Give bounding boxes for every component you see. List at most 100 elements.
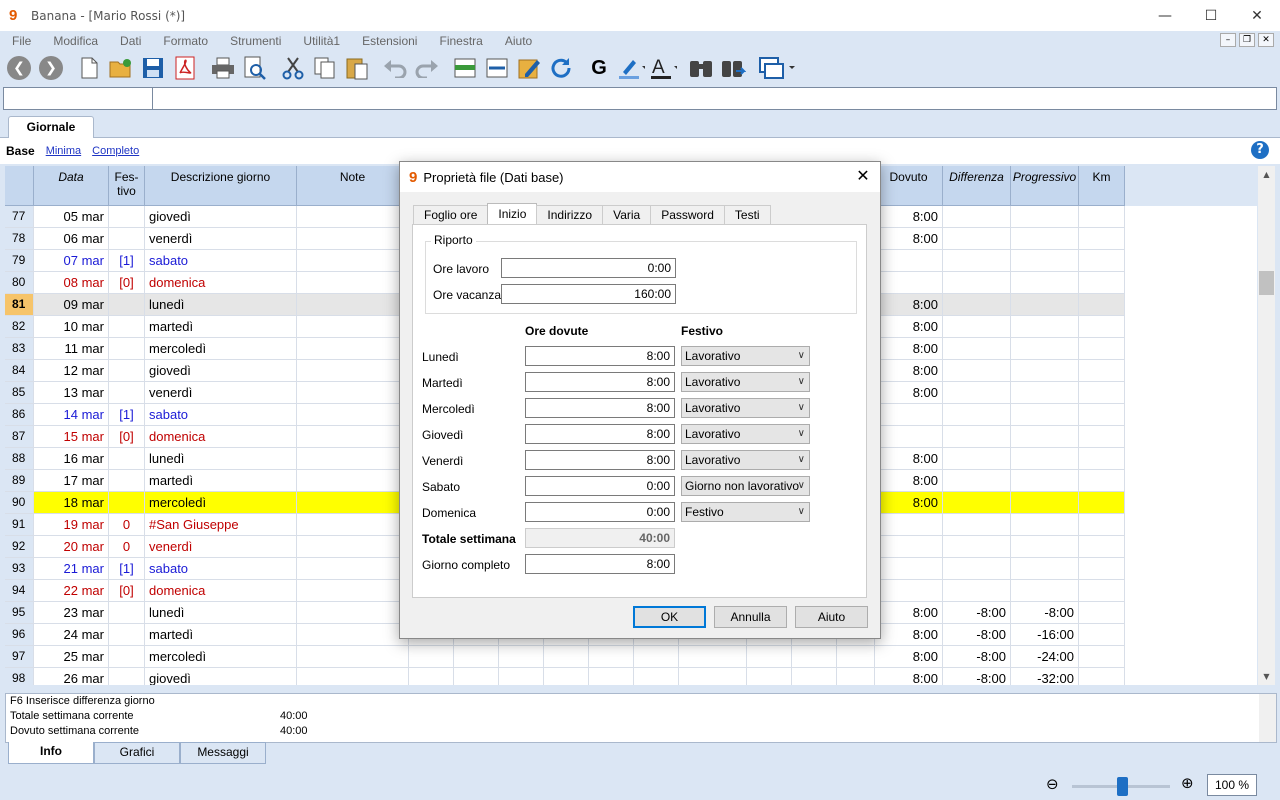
- cell-dovuto[interactable]: [875, 536, 943, 558]
- forward-button[interactable]: ❯: [37, 54, 65, 82]
- cell-progressivo[interactable]: [1011, 206, 1079, 228]
- header-km[interactable]: Km: [1079, 166, 1125, 206]
- cell-differenza[interactable]: -8:00: [943, 602, 1011, 624]
- cell-differenza[interactable]: [943, 558, 1011, 580]
- cell-dovuto[interactable]: 8:00: [875, 382, 943, 404]
- cell-progressivo[interactable]: [1011, 250, 1079, 272]
- cell-differenza[interactable]: -8:00: [943, 624, 1011, 646]
- cell-dovuto[interactable]: [875, 514, 943, 536]
- ore-dovute-input[interactable]: 8:00: [525, 424, 675, 444]
- cell-data[interactable]: 22 mar: [34, 580, 109, 602]
- cell-note[interactable]: [297, 250, 409, 272]
- info-scrollbar[interactable]: [1259, 694, 1276, 742]
- cell-descrizione[interactable]: venerdì: [145, 382, 297, 404]
- cell-descrizione[interactable]: domenica: [145, 272, 297, 294]
- cell-progressivo[interactable]: -8:00: [1011, 602, 1079, 624]
- cell-note[interactable]: [297, 470, 409, 492]
- find-replace-button[interactable]: [719, 54, 747, 82]
- cell-progressivo[interactable]: -32:00: [1011, 668, 1079, 685]
- cell-descrizione[interactable]: mercoledì: [145, 646, 297, 668]
- cell-differenza[interactable]: [943, 250, 1011, 272]
- cell-data[interactable]: 18 mar: [34, 492, 109, 514]
- header-differenza[interactable]: Differenza: [943, 166, 1011, 206]
- cell-note[interactable]: [297, 294, 409, 316]
- cell-hidden[interactable]: [409, 668, 454, 685]
- cell-descrizione[interactable]: giovedì: [145, 668, 297, 685]
- tab-testi[interactable]: Testi: [723, 205, 771, 225]
- cell-differenza[interactable]: [943, 492, 1011, 514]
- cell-descrizione[interactable]: domenica: [145, 426, 297, 448]
- recalculate-button[interactable]: [547, 54, 575, 82]
- cell-differenza[interactable]: -8:00: [943, 668, 1011, 685]
- ore-vacanza-input[interactable]: 160:00: [501, 284, 676, 304]
- cell-hidden[interactable]: [454, 646, 499, 668]
- minimize-button[interactable]: —: [1142, 0, 1188, 31]
- cell-data[interactable]: 19 mar: [34, 514, 109, 536]
- cell-festivo[interactable]: [109, 602, 145, 624]
- menu-strumenti[interactable]: Strumenti: [218, 34, 291, 48]
- cell-festivo[interactable]: [0]: [109, 272, 145, 294]
- cell-note[interactable]: [297, 536, 409, 558]
- cell-data[interactable]: 24 mar: [34, 624, 109, 646]
- cell-differenza[interactable]: [943, 316, 1011, 338]
- menu-estensioni[interactable]: Estensioni: [350, 34, 427, 48]
- cell-festivo[interactable]: [109, 668, 145, 685]
- cell-note[interactable]: [297, 558, 409, 580]
- print-preview-button[interactable]: [241, 54, 269, 82]
- cell-festivo[interactable]: [109, 646, 145, 668]
- cell-descrizione[interactable]: giovedì: [145, 206, 297, 228]
- vertical-scrollbar[interactable]: ▲ ▼: [1258, 166, 1275, 685]
- cell-km[interactable]: [1079, 316, 1125, 338]
- menu-utilita[interactable]: Utilità1: [291, 34, 350, 48]
- ore-dovute-input[interactable]: 8:00: [525, 450, 675, 470]
- cell-note[interactable]: [297, 668, 409, 685]
- cell-note[interactable]: [297, 316, 409, 338]
- cell-hidden[interactable]: [589, 646, 634, 668]
- mdi-close-button[interactable]: ✕: [1258, 33, 1274, 47]
- cell-progressivo[interactable]: [1011, 360, 1079, 382]
- open-file-button[interactable]: [107, 54, 135, 82]
- tab-password[interactable]: Password: [650, 205, 725, 225]
- cell-hidden[interactable]: [747, 668, 792, 685]
- cell-note[interactable]: [297, 228, 409, 250]
- giorno-completo-input[interactable]: 8:00: [525, 554, 675, 574]
- cell-data[interactable]: 26 mar: [34, 668, 109, 685]
- cell-dovuto[interactable]: 8:00: [875, 470, 943, 492]
- cell-note[interactable]: [297, 448, 409, 470]
- cell-descrizione[interactable]: giovedì: [145, 360, 297, 382]
- cell-descrizione[interactable]: lunedì: [145, 294, 297, 316]
- highlight-button[interactable]: [617, 54, 645, 82]
- cell-hidden[interactable]: [499, 668, 544, 685]
- cell-note[interactable]: [297, 382, 409, 404]
- cell-note[interactable]: [297, 360, 409, 382]
- cell-hidden[interactable]: [589, 668, 634, 685]
- menu-formato[interactable]: Formato: [151, 34, 218, 48]
- cell-festivo[interactable]: 0: [109, 536, 145, 558]
- cell-hidden[interactable]: [679, 668, 747, 685]
- cell-differenza[interactable]: [943, 360, 1011, 382]
- cell-hidden[interactable]: [837, 668, 875, 685]
- cell-progressivo[interactable]: [1011, 426, 1079, 448]
- cell-dovuto[interactable]: [875, 250, 943, 272]
- cell-km[interactable]: [1079, 668, 1125, 685]
- cell-differenza[interactable]: [943, 206, 1011, 228]
- cell-differenza[interactable]: [943, 448, 1011, 470]
- cell-km[interactable]: [1079, 580, 1125, 602]
- cell-km[interactable]: [1079, 228, 1125, 250]
- cell-hidden[interactable]: [409, 646, 454, 668]
- cell-festivo[interactable]: [1]: [109, 250, 145, 272]
- cell-note[interactable]: [297, 624, 409, 646]
- cell-descrizione[interactable]: venerdì: [145, 536, 297, 558]
- cell-festivo[interactable]: [109, 470, 145, 492]
- cell-descrizione[interactable]: domenica: [145, 580, 297, 602]
- cell-hidden[interactable]: [544, 668, 589, 685]
- cell-hidden[interactable]: [747, 646, 792, 668]
- cell-differenza[interactable]: [943, 470, 1011, 492]
- cell-hidden[interactable]: [679, 646, 747, 668]
- cell-descrizione[interactable]: sabato: [145, 558, 297, 580]
- cell-hidden[interactable]: [634, 646, 679, 668]
- cell-km[interactable]: [1079, 448, 1125, 470]
- cell-km[interactable]: [1079, 404, 1125, 426]
- cell-dovuto[interactable]: [875, 558, 943, 580]
- cell-progressivo[interactable]: [1011, 382, 1079, 404]
